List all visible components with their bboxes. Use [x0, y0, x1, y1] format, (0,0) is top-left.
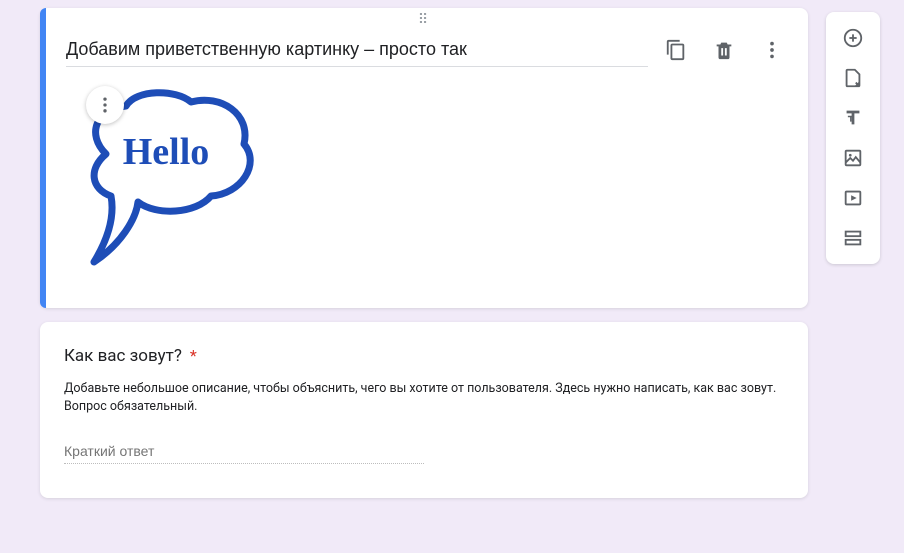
floating-toolbar	[826, 12, 880, 264]
add-title-button[interactable]	[833, 98, 873, 138]
import-questions-button[interactable]	[833, 58, 873, 98]
add-image-button[interactable]	[833, 138, 873, 178]
plus-circle-icon	[842, 27, 864, 49]
image-icon	[842, 147, 864, 169]
image-options-button[interactable]	[86, 86, 124, 124]
copy-button[interactable]	[656, 30, 696, 70]
delete-button[interactable]	[704, 30, 744, 70]
question-card[interactable]: Как вас зовут? * Добавьте небольшое опис…	[40, 322, 808, 498]
video-icon	[842, 187, 864, 209]
image-item-card[interactable]: ⠿ Hello	[40, 8, 808, 308]
question-title: Как вас зовут?	[64, 346, 182, 366]
import-icon	[842, 67, 864, 89]
short-answer-input	[64, 439, 424, 464]
copy-icon	[665, 39, 687, 61]
image-title-input[interactable]	[66, 33, 648, 67]
section-icon	[842, 227, 864, 249]
text-icon	[842, 107, 864, 129]
image-content: Hello	[46, 80, 808, 308]
trash-icon	[713, 39, 735, 61]
more-button[interactable]	[752, 30, 792, 70]
question-description: Добавьте небольшое описание, чтобы объяс…	[64, 380, 784, 415]
add-question-button[interactable]	[833, 18, 873, 58]
more-vert-icon	[761, 39, 783, 61]
drag-handle-icon[interactable]: ⠿	[418, 12, 430, 28]
add-video-button[interactable]	[833, 178, 873, 218]
required-indicator: *	[190, 346, 197, 365]
image-text: Hello	[123, 131, 210, 173]
add-section-button[interactable]	[833, 218, 873, 258]
more-vert-icon	[95, 95, 115, 115]
